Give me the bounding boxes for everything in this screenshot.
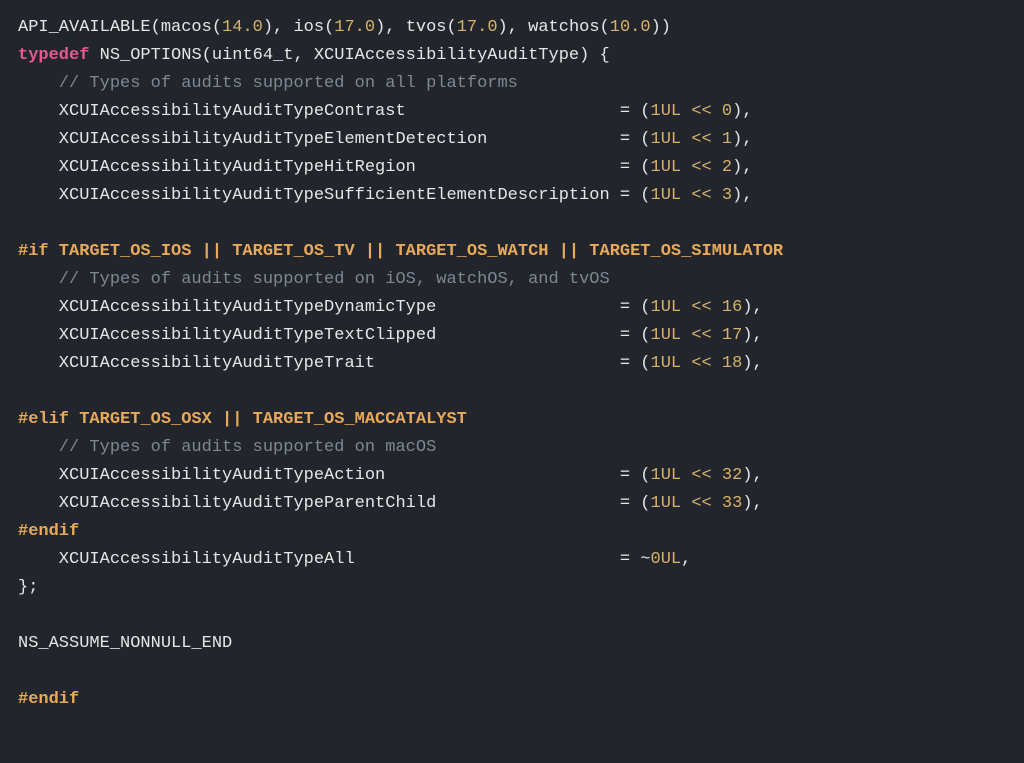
code-line: API_AVAILABLE(macos(: [18, 18, 222, 37]
code-text: NS_OPTIONS(uint64_t, XCUIAccessibilityAu…: [89, 46, 609, 65]
code-text: ),: [732, 102, 752, 121]
enum-name: XCUIAccessibilityAuditTypeAll = ~: [18, 550, 651, 569]
enum-name: XCUIAccessibilityAuditTypeTextClipped = …: [18, 326, 651, 345]
enum-name: XCUIAccessibilityAuditTypeDynamicType = …: [18, 298, 651, 317]
code-block: API_AVAILABLE(macos(14.0), ios(17.0), tv…: [0, 0, 1024, 728]
enum-name: XCUIAccessibilityAuditTypeTrait = (: [18, 354, 651, 373]
comment: // Types of audits supported on all plat…: [18, 74, 518, 93]
version-number: 17.0: [334, 18, 375, 37]
code-text: ),: [742, 466, 762, 485]
code-text: ),: [742, 298, 762, 317]
enum-name: XCUIAccessibilityAuditTypeParentChild = …: [18, 494, 651, 513]
enum-value: 1UL << 18: [651, 354, 743, 373]
code-text: ),: [742, 354, 762, 373]
keyword-typedef: typedef: [18, 46, 89, 65]
preprocessor-elif: #elif TARGET_OS_OSX || TARGET_OS_MACCATA…: [18, 410, 467, 429]
enum-value: 1UL << 1: [651, 130, 733, 149]
code-text: ),: [732, 186, 752, 205]
enum-name: XCUIAccessibilityAuditTypeSufficientElem…: [18, 186, 651, 205]
enum-value: 1UL << 16: [651, 298, 743, 317]
code-text: [18, 214, 59, 233]
comment: // Types of audits supported on iOS, wat…: [18, 270, 610, 289]
enum-name: XCUIAccessibilityAuditTypeElementDetecti…: [18, 130, 651, 149]
code-text: )): [651, 18, 671, 37]
version-number: 10.0: [610, 18, 651, 37]
enum-name: XCUIAccessibilityAuditTypeHitRegion = (: [18, 158, 651, 177]
enum-value: 1UL << 17: [651, 326, 743, 345]
code-text: [18, 382, 59, 401]
comment: // Types of audits supported on macOS: [18, 438, 436, 457]
enum-value: 1UL << 0: [651, 102, 733, 121]
enum-name: XCUIAccessibilityAuditTypeAction = (: [18, 466, 651, 485]
code-text: ), ios(: [263, 18, 334, 37]
code-text: ,: [681, 550, 691, 569]
code-text: ), tvos(: [375, 18, 457, 37]
version-number: 14.0: [222, 18, 263, 37]
preprocessor-endif: #endif: [18, 522, 79, 541]
code-text: };: [18, 578, 38, 597]
code-text: ),: [742, 326, 762, 345]
enum-value: 0UL: [651, 550, 682, 569]
preprocessor-endif: #endif: [18, 690, 79, 709]
code-text: ),: [742, 494, 762, 513]
code-text: ), watchos(: [498, 18, 610, 37]
enum-name: XCUIAccessibilityAuditTypeContrast = (: [18, 102, 651, 121]
code-text: ),: [732, 158, 752, 177]
ns-assume-nonnull-end: NS_ASSUME_NONNULL_END: [18, 634, 232, 653]
code-text: ),: [732, 130, 752, 149]
version-number: 17.0: [457, 18, 498, 37]
enum-value: 1UL << 32: [651, 466, 743, 485]
enum-value: 1UL << 3: [651, 186, 733, 205]
enum-value: 1UL << 2: [651, 158, 733, 177]
enum-value: 1UL << 33: [651, 494, 743, 513]
preprocessor-if: #if TARGET_OS_IOS || TARGET_OS_TV || TAR…: [18, 242, 783, 261]
